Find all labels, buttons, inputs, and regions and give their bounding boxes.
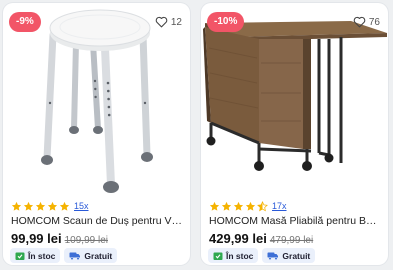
star-icon (11, 201, 22, 211)
delivery-badge: Gratuit (64, 248, 118, 263)
delivery-badge: Gratuit (262, 248, 316, 263)
product-title[interactable]: HOMCOM Masă Pliabilă pentru Bucăt... (209, 215, 381, 227)
half-star-icon (257, 200, 268, 211)
review-count-link[interactable]: 17x (272, 201, 287, 211)
stock-label: În stoc (226, 250, 254, 261)
favorite-count: 12 (170, 16, 182, 28)
rating-stars (11, 201, 70, 212)
star-icon (59, 201, 70, 211)
current-price: 99,99 lei (11, 231, 62, 246)
star-icon (233, 201, 244, 211)
badges: În stoc Gratuit (10, 248, 118, 263)
star-icon (245, 201, 256, 211)
old-price: 109,99 lei (64, 235, 108, 246)
product-card[interactable]: -9% 12 15x HOMCOM Scaun de Duș pentru Vâ… (3, 3, 190, 265)
discount-badge: -9% (9, 12, 41, 32)
star-icon (23, 201, 34, 211)
heart-icon (155, 16, 168, 28)
current-price: 429,99 lei (209, 231, 267, 246)
price-block: 99,99 lei 109,99 lei (11, 231, 108, 246)
favorite-button[interactable]: 12 (155, 13, 182, 31)
truck-icon (267, 252, 279, 260)
star-icon (209, 201, 220, 211)
rating[interactable]: 15x (11, 199, 89, 213)
product-card[interactable]: -10% 76 17x HOMCOM Masă Pliabilă pentru … (201, 3, 388, 265)
old-price: 479,99 lei (269, 235, 314, 246)
review-count-link[interactable]: 15x (74, 201, 89, 211)
price-block: 429,99 lei 479,99 lei (209, 231, 313, 246)
rating[interactable]: 17x (209, 199, 287, 213)
product-grid: -9% 12 15x HOMCOM Scaun de Duș pentru Vâ… (0, 0, 393, 270)
rating-stars (209, 200, 268, 212)
product-image[interactable]: -9% 12 (3, 3, 190, 193)
heart-icon (353, 16, 366, 28)
product-image[interactable]: -10% 76 (201, 3, 388, 193)
stock-label: În stoc (28, 250, 56, 261)
box-check-icon (15, 252, 25, 260)
delivery-label: Gratuit (84, 250, 113, 261)
star-icon (47, 201, 58, 211)
favorite-count: 76 (368, 16, 380, 28)
star-icon (35, 201, 46, 211)
truck-icon (69, 252, 81, 260)
favorite-button[interactable]: 76 (353, 13, 380, 31)
discount-badge: -10% (207, 12, 245, 32)
stock-badge: În stoc (10, 248, 61, 263)
stock-badge: În stoc (208, 248, 259, 263)
box-check-icon (213, 252, 223, 260)
star-icon (221, 201, 232, 211)
delivery-label: Gratuit (282, 250, 311, 261)
product-title[interactable]: HOMCOM Scaun de Duș pentru Vârs... (11, 215, 183, 227)
badges: În stoc Gratuit (208, 248, 316, 263)
